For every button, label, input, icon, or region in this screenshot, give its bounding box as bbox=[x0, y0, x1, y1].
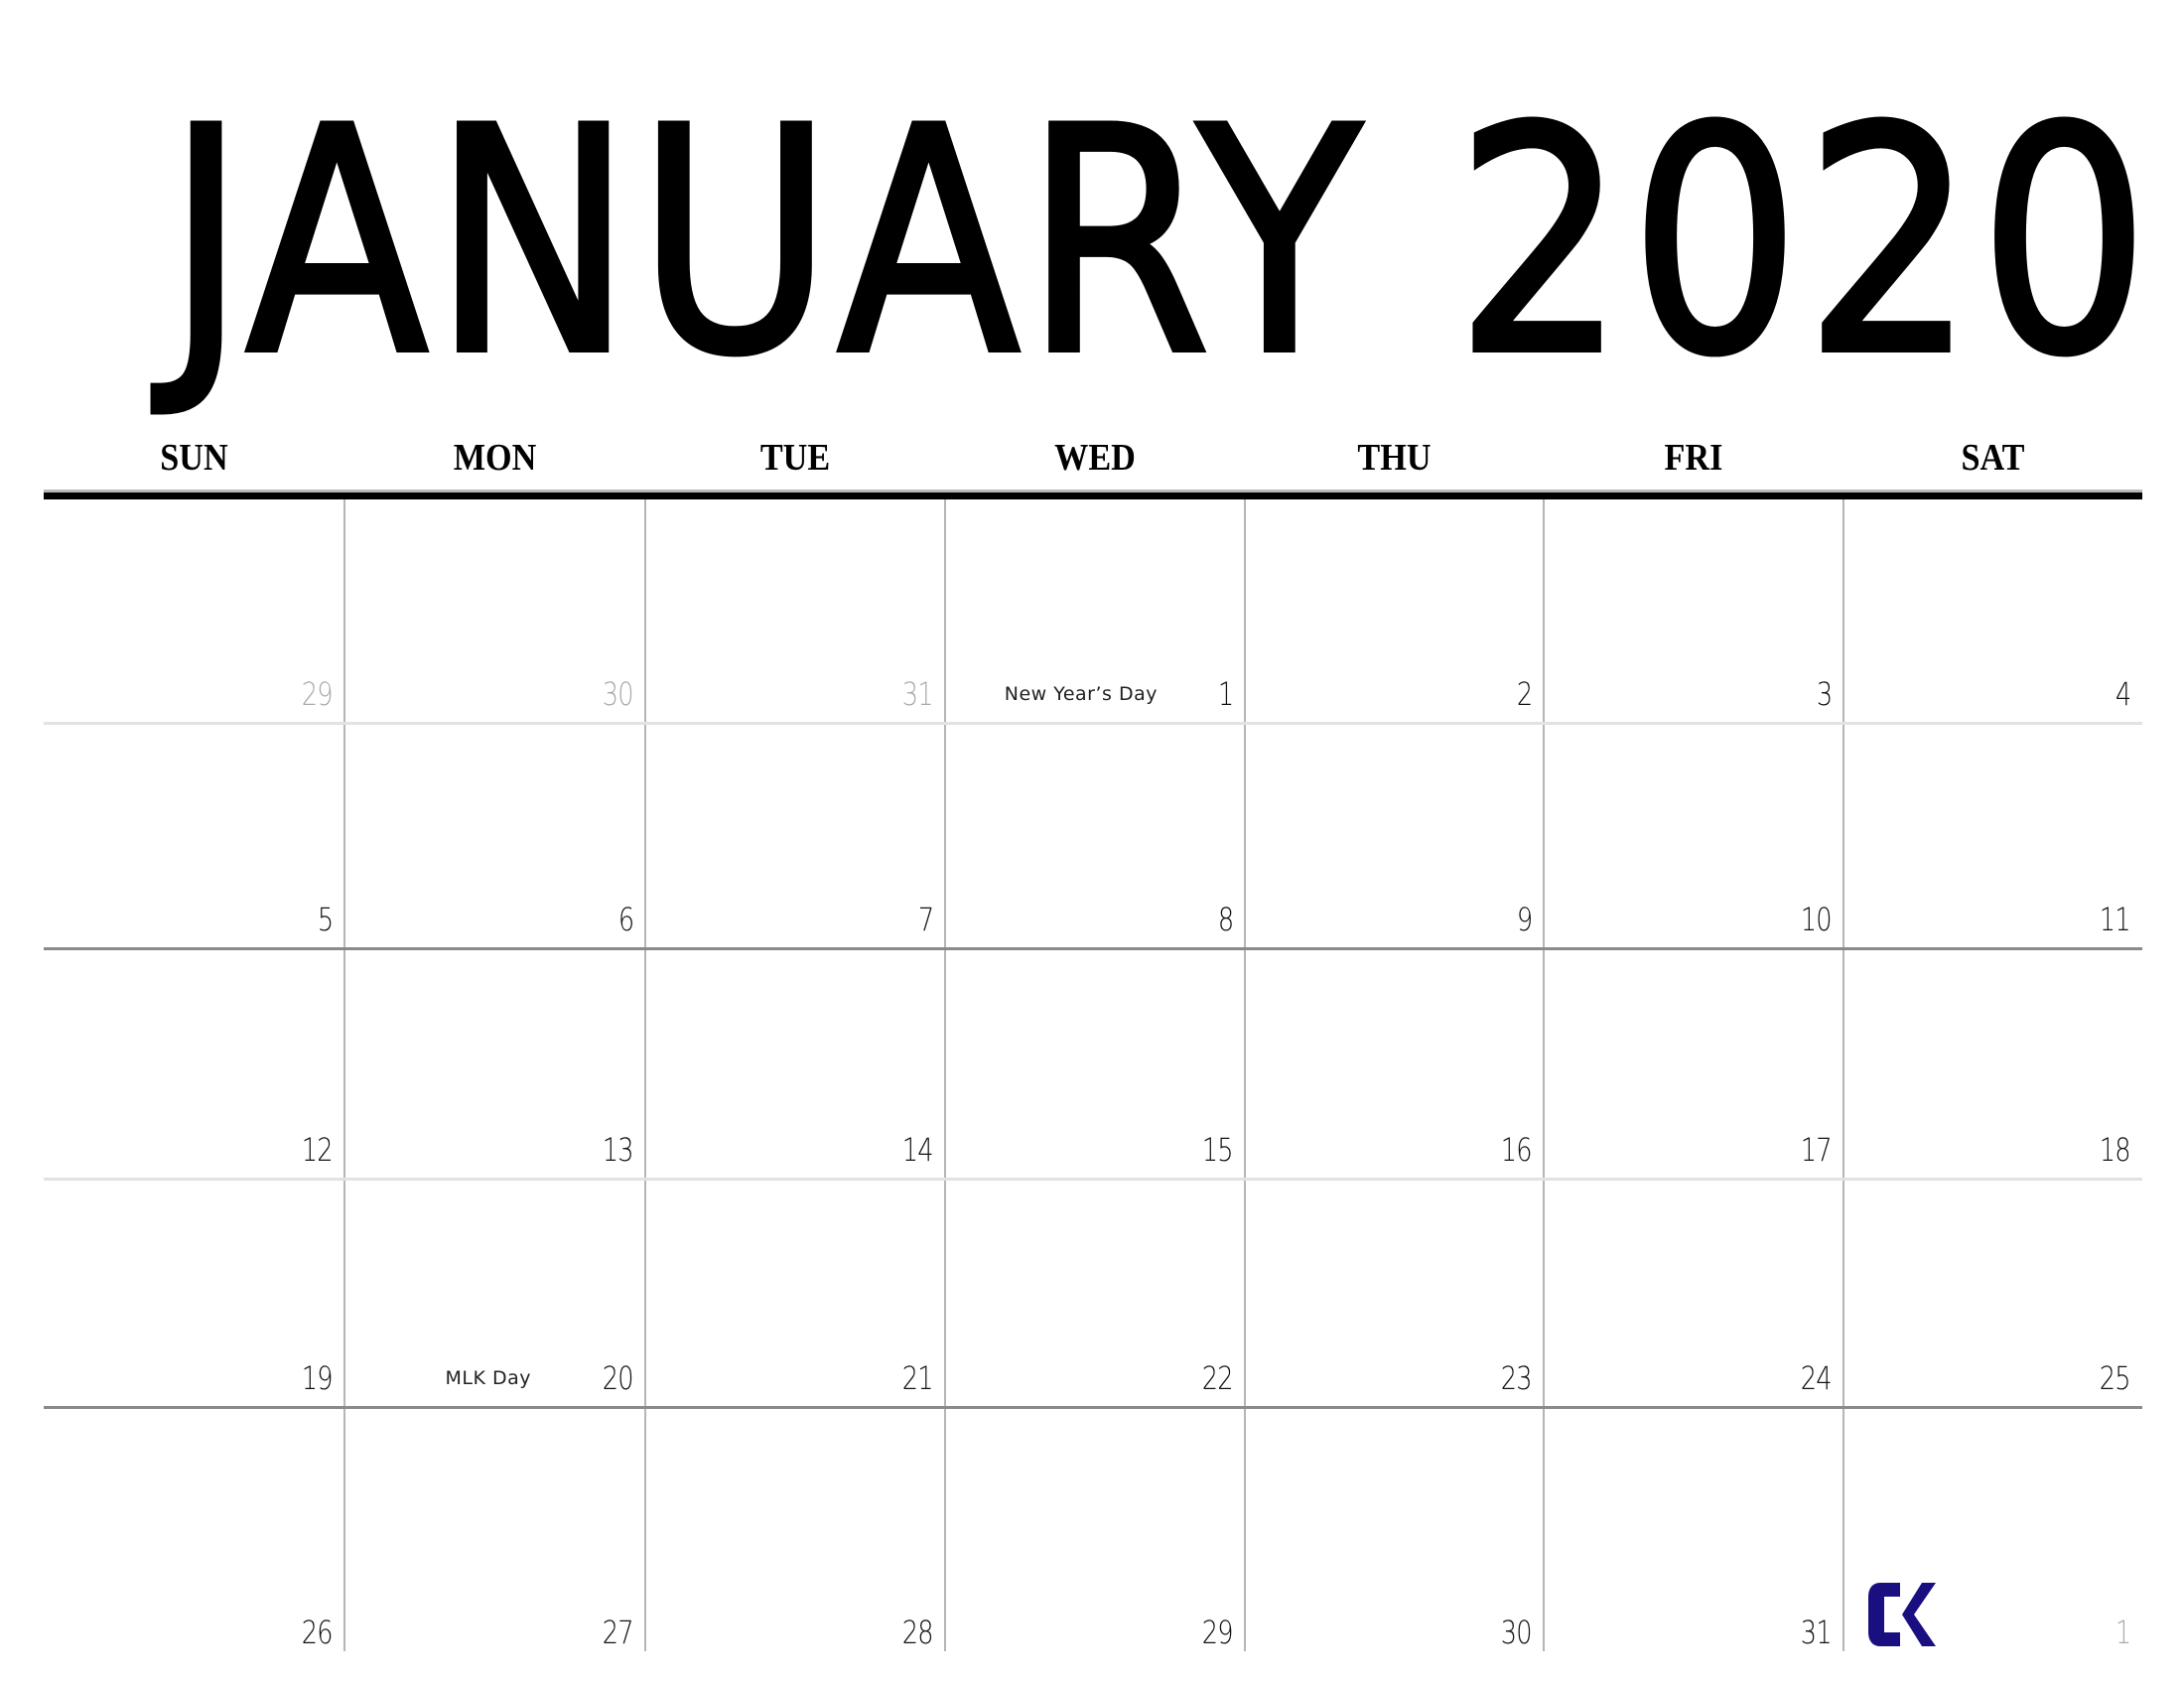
day-cell[interactable]: 30 bbox=[344, 499, 645, 723]
calendar-title: JANUARY 2020 bbox=[164, 84, 2154, 400]
day-cell[interactable]: 9 bbox=[1245, 723, 1544, 948]
calendar-grid: 29 30 31 1 New Year’s Day 2 3 4 5 6 7 8 9 10 11 12 13 14 1… bbox=[44, 499, 2142, 1651]
day-cell[interactable]: 11 bbox=[1843, 723, 2142, 948]
day-number: 3 bbox=[1816, 675, 1833, 713]
weekday-tue: TUE bbox=[759, 437, 831, 479]
day-number: 6 bbox=[617, 901, 634, 938]
year-label: 2020 bbox=[1453, 62, 2154, 423]
day-number: 21 bbox=[902, 1359, 934, 1397]
day-number: 31 bbox=[1801, 1614, 1833, 1651]
day-cell[interactable]: 13 bbox=[344, 948, 645, 1179]
day-cell[interactable]: 28 bbox=[645, 1407, 945, 1651]
day-cell[interactable]: 29 bbox=[945, 1407, 1245, 1651]
logo-c-shape bbox=[1868, 1583, 1900, 1646]
day-number: 8 bbox=[1217, 901, 1234, 938]
day-number: 30 bbox=[1501, 1614, 1533, 1651]
day-number: 20 bbox=[603, 1359, 634, 1397]
holiday-label: MLK Day bbox=[445, 1367, 531, 1389]
day-cell[interactable]: 14 bbox=[645, 948, 945, 1179]
ck-logo-icon bbox=[1868, 1583, 1936, 1646]
day-number: 30 bbox=[603, 675, 634, 713]
day-number: 25 bbox=[2100, 1359, 2131, 1397]
day-number: 12 bbox=[302, 1131, 334, 1169]
logo-k-shape bbox=[1902, 1583, 1936, 1646]
day-cell[interactable]: 5 bbox=[44, 723, 344, 948]
weekday-sat: SAT bbox=[1961, 437, 2025, 479]
day-cell[interactable]: 23 bbox=[1245, 1179, 1544, 1407]
day-number: 15 bbox=[1202, 1131, 1234, 1169]
day-number: 29 bbox=[302, 675, 334, 713]
header-rule bbox=[44, 490, 2142, 499]
day-number: 11 bbox=[2100, 901, 2131, 938]
day-number: 10 bbox=[1801, 901, 1833, 938]
day-number: 19 bbox=[302, 1359, 334, 1397]
day-cell[interactable]: 25 bbox=[1843, 1179, 2142, 1407]
day-number: 1 bbox=[1217, 675, 1234, 713]
day-number: 27 bbox=[603, 1614, 634, 1651]
day-cell[interactable]: 30 bbox=[1245, 1407, 1544, 1651]
day-cell[interactable]: 7 bbox=[645, 723, 945, 948]
day-cell[interactable]: 4 bbox=[1843, 499, 2142, 723]
day-number: 28 bbox=[902, 1614, 934, 1651]
weekday-mon: MON bbox=[453, 437, 537, 479]
day-number: 1 bbox=[2115, 1614, 2131, 1651]
day-number: 5 bbox=[317, 901, 334, 938]
day-number: 2 bbox=[1516, 675, 1533, 713]
day-number: 31 bbox=[902, 675, 934, 713]
day-cell[interactable]: 24 bbox=[1544, 1179, 1843, 1407]
day-number: 4 bbox=[2115, 675, 2131, 713]
day-number: 23 bbox=[1501, 1359, 1533, 1397]
day-cell[interactable]: 1 New Year’s Day bbox=[945, 499, 1245, 723]
weekday-header: SUN MON TUE WED THU FRI SAT bbox=[44, 433, 2142, 483]
day-cell[interactable]: 6 bbox=[344, 723, 645, 948]
weekday-sun: SUN bbox=[160, 437, 228, 479]
day-cell[interactable]: 2 bbox=[1245, 499, 1544, 723]
day-cell[interactable]: 27 bbox=[344, 1407, 645, 1651]
day-number: 9 bbox=[1516, 901, 1533, 938]
day-number: 26 bbox=[302, 1614, 334, 1651]
month-label: JANUARY bbox=[164, 62, 1366, 423]
day-number: 18 bbox=[2100, 1131, 2131, 1169]
day-number: 29 bbox=[1202, 1614, 1234, 1651]
day-cell[interactable]: 16 bbox=[1245, 948, 1544, 1179]
day-cell[interactable]: 29 bbox=[44, 499, 344, 723]
day-cell[interactable]: 8 bbox=[945, 723, 1245, 948]
day-cell[interactable]: 18 bbox=[1843, 948, 2142, 1179]
day-cell[interactable]: 15 bbox=[945, 948, 1245, 1179]
day-cell[interactable]: 3 bbox=[1544, 499, 1843, 723]
day-number: 17 bbox=[1801, 1131, 1833, 1169]
day-number: 16 bbox=[1501, 1131, 1533, 1169]
day-cell[interactable]: 20 MLK Day bbox=[344, 1179, 645, 1407]
day-number: 13 bbox=[603, 1131, 634, 1169]
day-cell[interactable]: 21 bbox=[645, 1179, 945, 1407]
day-cell[interactable]: 22 bbox=[945, 1179, 1245, 1407]
day-cell[interactable]: 31 bbox=[645, 499, 945, 723]
holiday-label: New Year’s Day bbox=[1004, 683, 1158, 705]
day-cell[interactable]: 26 bbox=[44, 1407, 344, 1651]
weekday-fri: FRI bbox=[1664, 437, 1723, 479]
day-number: 24 bbox=[1801, 1359, 1833, 1397]
day-cell[interactable]: 12 bbox=[44, 948, 344, 1179]
day-cell[interactable]: 17 bbox=[1544, 948, 1843, 1179]
weekday-wed: WED bbox=[1054, 437, 1136, 479]
day-number: 22 bbox=[1202, 1359, 1234, 1397]
day-number: 7 bbox=[917, 901, 934, 938]
day-number: 14 bbox=[902, 1131, 934, 1169]
weekday-thu: THU bbox=[1357, 437, 1432, 479]
day-cell[interactable]: 19 bbox=[44, 1179, 344, 1407]
day-cell[interactable]: 31 bbox=[1544, 1407, 1843, 1651]
day-cell[interactable]: 10 bbox=[1544, 723, 1843, 948]
